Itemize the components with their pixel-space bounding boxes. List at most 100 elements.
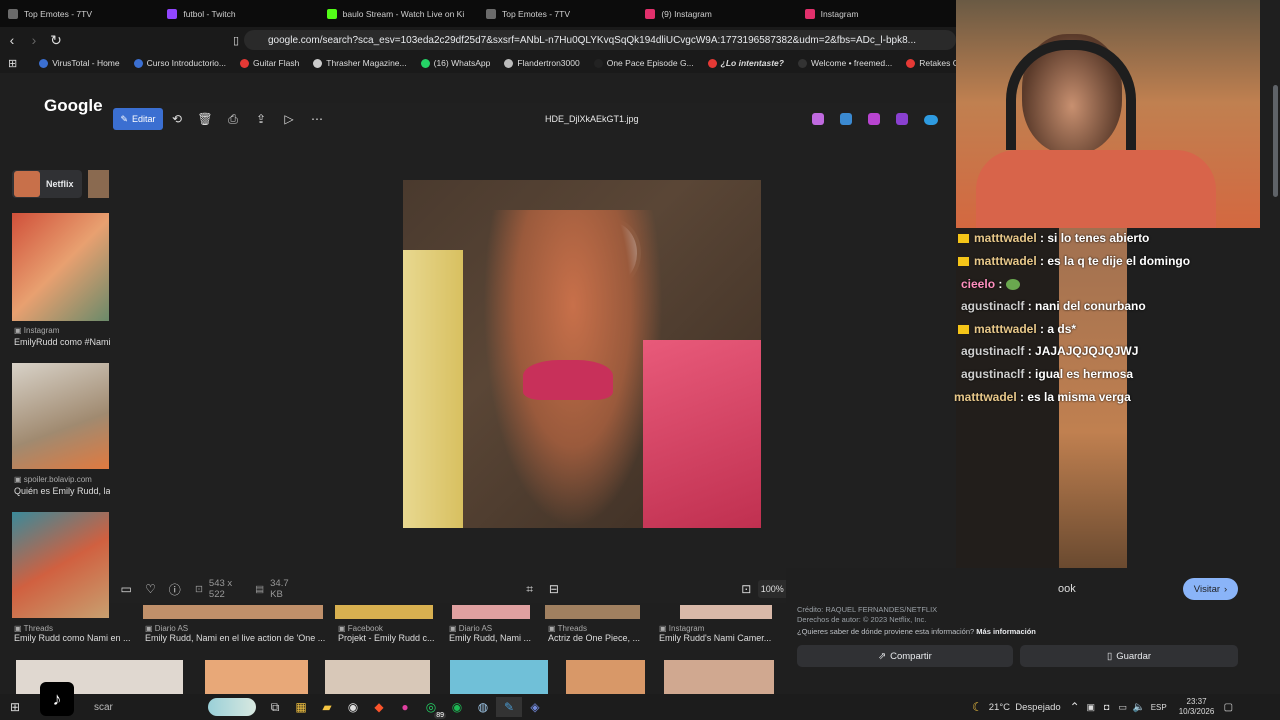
result-thumbnail[interactable] <box>12 213 109 321</box>
bookmark-item[interactable]: (16) WhatsApp <box>420 58 490 68</box>
onedrive-cloud-icon[interactable] <box>924 115 938 125</box>
spotify-icon[interactable]: ◉ <box>444 697 470 717</box>
page-scrollbar[interactable] <box>1270 73 1280 694</box>
reload-icon[interactable]: ↻ <box>46 32 66 49</box>
app-pink-icon[interactable]: ● <box>392 697 418 717</box>
rotate-icon[interactable]: ⟲ <box>163 112 191 126</box>
browser-tab[interactable]: futbol - Twitch <box>159 0 318 27</box>
result-thumbnail[interactable] <box>566 660 645 694</box>
clipchamp-icon[interactable] <box>868 113 880 125</box>
more-options-icon[interactable]: ⋯ <box>303 112 331 126</box>
bookmark-favicon-icon <box>797 58 807 68</box>
obs-icon[interactable]: ◉ <box>340 697 366 717</box>
whatsapp-icon[interactable]: ◎ 89 <box>418 697 446 719</box>
browser-tab[interactable]: Top Emotes - 7TV <box>478 0 637 27</box>
tray-app-icon[interactable]: ◘ <box>1099 697 1115 717</box>
result-thumbnail[interactable] <box>335 605 433 619</box>
forward-arrow-icon[interactable]: › <box>24 32 44 48</box>
designer-icon[interactable] <box>840 113 852 125</box>
result-thumbnail[interactable] <box>205 660 308 694</box>
result-title[interactable]: Projekt - Emily Rudd c... <box>338 633 438 643</box>
share-button[interactable]: ⇗ Compartir <box>797 645 1013 667</box>
bookmark-item[interactable]: Guitar Flash <box>240 58 299 68</box>
print-icon[interactable]: ⎙ <box>219 112 247 127</box>
result-thumbnail[interactable] <box>664 660 774 694</box>
result-thumbnail[interactable] <box>12 512 109 618</box>
result-thumbnail[interactable] <box>88 170 109 198</box>
result-title[interactable]: Emily Rudd, Nami en el live action de 'O… <box>145 633 325 643</box>
photos-app-icon[interactable] <box>896 113 908 125</box>
result-thumbnail[interactable] <box>545 605 640 619</box>
address-bar[interactable]: google.com/search?sca_esv=103eda2c29df25… <box>244 30 956 50</box>
notifications-icon[interactable]: ▢ <box>1220 697 1236 717</box>
result-title[interactable]: EmilyRudd como #Nami... <box>14 337 110 347</box>
apps-grid-icon[interactable]: ⊞ <box>8 57 17 70</box>
network-icon[interactable]: ▭ <box>1115 697 1131 717</box>
select-text-icon[interactable]: ⊟ <box>542 582 566 596</box>
file-explorer-icon[interactable]: ▰ <box>314 697 340 717</box>
brave-browser-icon[interactable]: ◆ <box>366 697 392 717</box>
result-thumbnail[interactable] <box>325 660 430 694</box>
google-logo[interactable]: Google <box>44 96 103 116</box>
discord-icon[interactable]: ◈ <box>522 697 548 717</box>
bookmark-item[interactable]: One Pace Episode G... <box>593 58 694 68</box>
bookmark-item[interactable]: Curso Introductorio... <box>133 58 226 68</box>
result-thumbnail[interactable] <box>680 605 772 619</box>
delete-icon[interactable]: 🗑 <box>191 112 219 126</box>
tray-app-icon[interactable]: ▣ <box>1083 697 1099 717</box>
chat-message: matttwadel : es la q te dije el domingo <box>958 254 1190 268</box>
back-arrow-icon[interactable]: ‹ <box>2 32 22 48</box>
bookmark-icon[interactable]: ▯ <box>226 34 246 47</box>
result-title[interactable]: Actriz de One Piece, ... <box>548 633 648 643</box>
bookmark-item[interactable]: ¿Lo intentaste? <box>707 58 784 68</box>
browser-tab[interactable]: Top Emotes - 7TV <box>0 0 159 27</box>
result-title[interactable]: Emily Rudd como Nami en ... <box>14 633 136 643</box>
slideshow-icon[interactable]: ▷ <box>275 112 303 126</box>
browser-tab[interactable]: Instagram <box>797 0 956 27</box>
filmstrip-icon[interactable]: ▭ <box>114 582 138 596</box>
crop-scan-icon[interactable]: ⌗ <box>517 582 541 597</box>
result-thumbnail[interactable] <box>143 605 323 619</box>
bookmark-item[interactable]: Flandertron3000 <box>504 58 580 68</box>
bookmark-item[interactable]: VirusTotal - Home <box>39 58 120 68</box>
result-title[interactable]: Emily Rudd, Nami ... <box>449 633 539 643</box>
pen-app-icon[interactable]: ✎ <box>496 697 522 717</box>
bookmark-label: Guitar Flash <box>253 58 300 68</box>
weather-text[interactable]: 21°C Despejado <box>989 702 1061 713</box>
fit-screen-icon[interactable]: ⊡ <box>734 582 758 596</box>
clock[interactable]: 23:37 10/3/2026 <box>1179 697 1215 717</box>
bookmark-favicon-icon <box>240 58 249 68</box>
bookmark-item[interactable]: Welcome • freemed... <box>797 58 892 68</box>
tab-label: futbol - Twitch <box>183 8 236 19</box>
copilot-icon[interactable] <box>812 113 824 125</box>
save-button[interactable]: ▯ Guardar <box>1020 645 1238 667</box>
browser-tab[interactable]: baulo Stream - Watch Live on Ki <box>319 0 478 27</box>
windows-start-icon[interactable]: ⊞ <box>2 697 28 717</box>
taskbar-search-box[interactable]: scar <box>74 697 214 717</box>
edit-button[interactable]: ✎ Editar <box>113 108 163 130</box>
whatsapp-unread-badge: 89 <box>434 712 446 719</box>
info-icon[interactable]: ⓘ <box>163 581 187 598</box>
browser-tab[interactable]: (9) Instagram <box>637 0 796 27</box>
input-language[interactable]: ESP <box>1151 703 1167 712</box>
steam-icon[interactable]: ◍ <box>470 697 496 717</box>
volume-icon[interactable]: 🔈 <box>1131 697 1147 717</box>
chat-username: cieelo <box>961 277 996 291</box>
more-info-link[interactable]: Más información <box>976 627 1036 636</box>
microsoft-store-icon[interactable]: ▦ <box>288 697 314 717</box>
visit-button[interactable]: Visitar › <box>1183 578 1238 600</box>
scrollbar-thumb[interactable] <box>1273 85 1278 197</box>
result-thumbnail[interactable] <box>450 660 548 694</box>
filter-chip[interactable]: Netflix <box>12 170 82 198</box>
tray-chevron-up-icon[interactable]: ⌃ <box>1067 697 1083 717</box>
result-thumbnail[interactable] <box>452 605 530 619</box>
tiktok-overlay-icon[interactable]: ♪ <box>40 682 74 716</box>
bookmark-item[interactable]: Thrasher Magazine... <box>313 58 407 68</box>
bookmark-item[interactable]: Retakes CS <box>906 58 956 68</box>
result-title[interactable]: Emily Rudd's Nami Camer... <box>659 633 774 643</box>
favorite-heart-icon[interactable]: ♡ <box>138 582 162 596</box>
result-thumbnail[interactable] <box>12 363 109 469</box>
result-title[interactable]: Quién es Emily Rudd, la <box>14 486 110 496</box>
share-icon[interactable]: ⇪ <box>247 112 275 126</box>
task-view-icon[interactable]: ⧉ <box>262 697 288 717</box>
